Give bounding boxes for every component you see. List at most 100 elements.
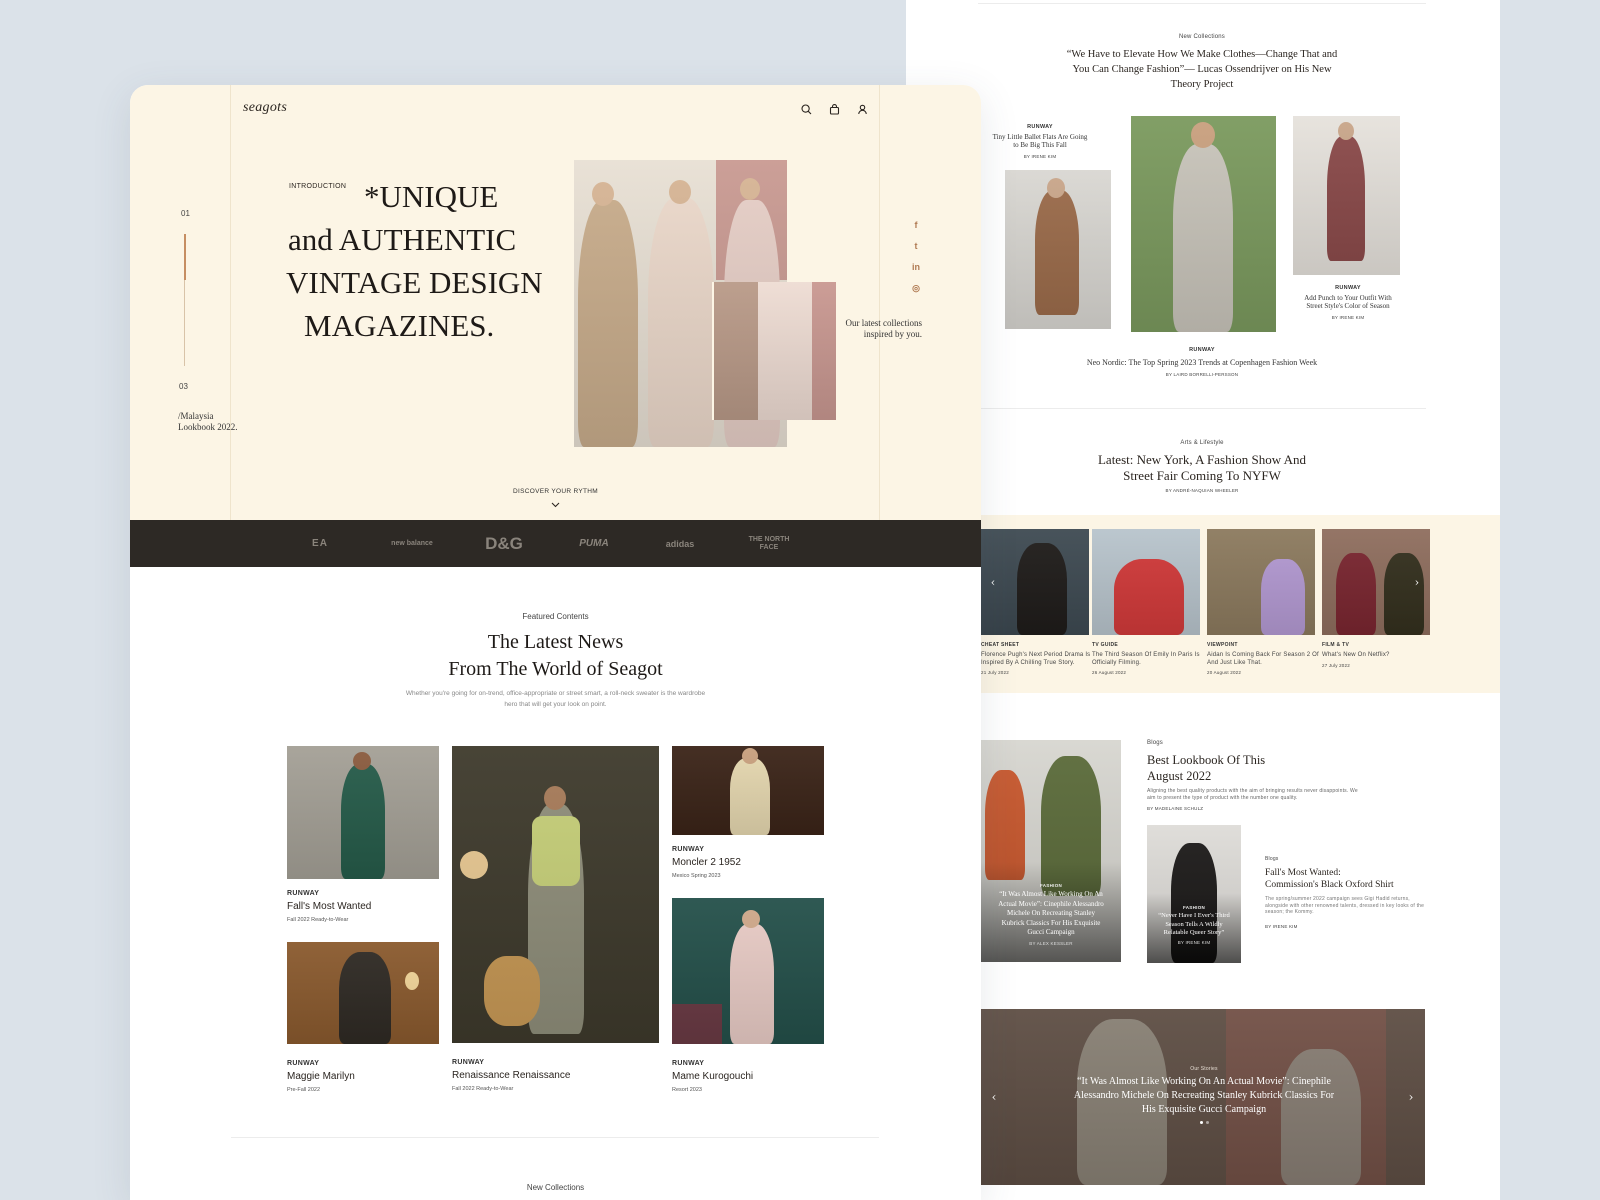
collections-label: New Collections	[1178, 34, 1226, 40]
brand-logo-puma[interactable]: PUMA	[564, 520, 624, 567]
chevron-left-icon[interactable]: ‹	[987, 1090, 1001, 1104]
photo-red-dress[interactable]	[1293, 116, 1400, 275]
blog-small-caption[interactable]: FASHION “Never Have I Ever's Third Seaso…	[1147, 905, 1241, 945]
blogs-author: BY MADELAINE SCHULZ	[1147, 806, 1204, 811]
collections-quote[interactable]: “We Have to Elevate How We Make Clothes—…	[978, 47, 1426, 92]
title-line: Tiny Little Ballet Flats Are Going	[992, 133, 1088, 141]
caption-line: inspired by you.	[863, 329, 922, 339]
carousel-date: 21 July 2022	[981, 670, 1009, 675]
photo-carousel-2[interactable]	[1092, 529, 1200, 635]
carousel-category: CHEAT SHEET	[981, 642, 1020, 648]
lookbook-line: /Malaysia	[178, 411, 214, 421]
carousel-category: FILM & TV	[1322, 642, 1350, 648]
card-category: RUNWAY	[1189, 347, 1215, 353]
brand-logo-adidas[interactable]: adidas	[650, 520, 710, 567]
card-title[interactable]: Moncler 2 1952	[672, 857, 741, 868]
linkedin-icon[interactable]: in	[910, 261, 922, 273]
instagram-icon[interactable]: ◎	[910, 282, 922, 294]
facebook-icon[interactable]: f	[910, 219, 922, 231]
divider	[978, 408, 1426, 409]
arts-author: BY ANDRÉ-NAQUIAN WHEELER	[1165, 488, 1239, 493]
divider	[231, 1137, 879, 1138]
chevron-right-icon[interactable]: ›	[1410, 575, 1424, 589]
card-title[interactable]: Fall's Most Wanted	[287, 901, 371, 912]
title-line: What's New On Netflix?	[1322, 652, 1390, 658]
left-page: seagots 01 03 /Malaysia Lookbook 2022. I…	[130, 85, 981, 1200]
card-title[interactable]: Mame Kurogouchi	[672, 1071, 753, 1082]
step-number-top: 01	[181, 209, 190, 218]
card-title: “It Was Almost Like Working On An Actual…	[981, 890, 1121, 938]
collections-caption: Our latest collections inspired by you.	[806, 318, 922, 340]
carousel-date: 20 August 2022	[1207, 670, 1242, 675]
title-line: The Third Season Of Emily In Paris Is	[1092, 652, 1200, 658]
carousel-title[interactable]: What's New On Netflix?	[1322, 651, 1390, 659]
headline-line: MAGAZINES.	[304, 308, 495, 343]
stories-caption[interactable]: Our Stories “It Was Almost Like Working …	[1026, 1066, 1382, 1124]
carousel-title[interactable]: The Third Season Of Emily In Paris Is Off…	[1092, 651, 1200, 667]
twitter-icon[interactable]: t	[910, 240, 922, 252]
divider	[230, 85, 231, 520]
card-title[interactable]: Add Punch to Your Outfit With Street Sty…	[1286, 294, 1410, 310]
brand-logo-dg[interactable]: D&G	[474, 520, 534, 567]
desc-line: hero that will get your look on point.	[504, 701, 607, 708]
photo-falls-most-wanted[interactable]	[287, 746, 439, 879]
bag-icon[interactable]	[827, 102, 841, 116]
blog-big-caption[interactable]: FASHION “It Was Almost Like Working On A…	[981, 883, 1121, 946]
card-title[interactable]: Renaissance Renaissance	[452, 1070, 570, 1081]
brand-logo-the-north-face[interactable]: THE NORTH FACE	[744, 520, 794, 567]
brand-logo-armani[interactable]: EA	[290, 520, 350, 567]
title-line: Street Style's Color of Season	[1306, 302, 1390, 311]
progress-indicator	[184, 234, 186, 280]
photo-hero-detail[interactable]	[714, 282, 836, 420]
brand-logo-new-balance[interactable]: new balance	[382, 520, 442, 567]
dot-active[interactable]	[1199, 1121, 1203, 1124]
brand-bar: EA new balance D&G PUMA adidas THE NORTH…	[130, 520, 981, 567]
dot[interactable]	[1205, 1121, 1209, 1124]
featured-desc: Whether you're going for on-trend, offic…	[130, 688, 981, 710]
chevron-right-icon[interactable]: ›	[1404, 1090, 1418, 1104]
title-line: Season Tells A Wildly	[1165, 920, 1223, 928]
photo-suit-man[interactable]	[1131, 116, 1276, 332]
title-line: Michele On Recreating Stanley	[1006, 909, 1096, 917]
pagination-dots[interactable]	[1026, 1121, 1382, 1124]
card-title[interactable]: Tiny Little Ballet Flats Are Going to Be…	[978, 133, 1102, 149]
title-line: The Latest News	[487, 631, 624, 653]
card-title[interactable]: Neo Nordic: The Top Spring 2023 Trends a…	[978, 358, 1426, 367]
featured-label: Featured Contents	[522, 612, 589, 621]
arts-title[interactable]: Latest: New York, A Fashion Show And Str…	[978, 452, 1426, 484]
card-title[interactable]: Maggie Marilyn	[287, 1071, 355, 1082]
photo-carousel-3[interactable]	[1207, 529, 1315, 635]
carousel-title[interactable]: Aidan Is Coming Back For Season 2 Of And …	[1207, 651, 1319, 667]
title-line: Street Fair Coming To NYFW	[1123, 468, 1281, 483]
title-line: Commission's Black Oxford Shirt	[1265, 880, 1394, 890]
lookbook-line: Lookbook 2022.	[178, 422, 238, 432]
title-line: His Exquisite Gucci Campaign	[1141, 1104, 1267, 1115]
title-line: Add Punch to Your Outfit With	[1304, 294, 1392, 302]
title-line: Alessandro Michele On Recreating Stanley…	[1073, 1090, 1335, 1101]
progress-track	[184, 280, 185, 366]
card-category: RUNWAY	[1027, 124, 1053, 130]
blogs-desc: Aligning the best quality products with …	[1147, 788, 1358, 802]
photo-mame-kurogouchi[interactable]	[672, 898, 824, 1044]
blog-side-title[interactable]: Fall's Most Wanted: Commission's Black O…	[1265, 867, 1394, 891]
photo-maggie-marilyn[interactable]	[287, 942, 439, 1044]
photo-moncler[interactable]	[672, 746, 824, 835]
card-subtitle: Fall 2022 Ready-to-Wear	[452, 1086, 514, 1092]
title-line: “Never Have I Ever's Third	[1158, 912, 1230, 919]
discover-link[interactable]: DISCOVER YOUR RYTHM	[130, 488, 981, 495]
search-icon[interactable]	[799, 102, 813, 116]
chevron-left-icon[interactable]: ‹	[986, 575, 1000, 589]
logo[interactable]: seagots	[243, 100, 287, 116]
blogs-title[interactable]: Best Lookbook Of This August 2022	[1147, 752, 1265, 784]
card-category: RUNWAY	[1335, 285, 1361, 291]
title-line: Actual Movie”: Cinephile Alessandro	[998, 899, 1104, 908]
title-line: “It Was Almost Like Working On An Actual…	[1077, 1076, 1331, 1087]
carousel-title[interactable]: Florence Pugh's Next Period Drama Is Insp…	[981, 651, 1090, 667]
photo-renaissance[interactable]	[452, 746, 659, 1043]
hero-section: seagots 01 03 /Malaysia Lookbook 2022. I…	[130, 85, 981, 520]
blog-side-label: Blogs	[1265, 856, 1279, 862]
user-icon[interactable]	[855, 102, 869, 116]
photo-coat-woman[interactable]	[1005, 170, 1111, 329]
chevron-down-icon[interactable]	[548, 498, 562, 512]
card-author: BY IRENE KIM	[1023, 154, 1057, 159]
